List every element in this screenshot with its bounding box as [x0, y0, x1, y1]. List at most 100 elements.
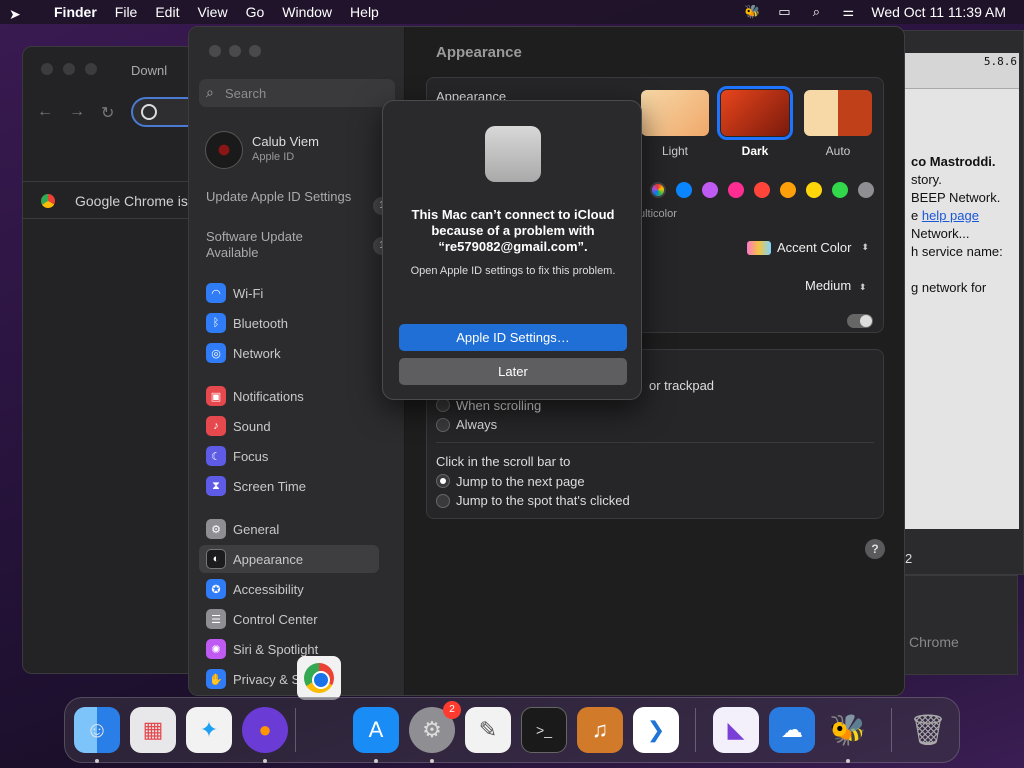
chrome-tab-title[interactable]: Downl	[131, 63, 167, 78]
sidebar-item-general[interactable]: ⚙ General	[199, 515, 379, 543]
weather-icon[interactable]: ☁	[769, 707, 815, 753]
sidebar-item-control-center[interactable]: ☰ Control Center	[199, 605, 379, 633]
sidebar-item-label: Sound	[233, 418, 271, 434]
sidebar-item-network[interactable]: ◎ Network	[199, 339, 379, 367]
sidebar-item-notifications[interactable]: ▣ Notifications	[199, 382, 379, 410]
theme-auto-label: Auto	[825, 144, 851, 158]
minimize-button[interactable]	[63, 63, 75, 75]
account-name: Calub Viem	[252, 134, 319, 149]
gear-icon: ⚙	[206, 519, 226, 539]
menu-edit[interactable]: Edit	[155, 4, 179, 20]
sidebar-item-siri-spotlight[interactable]: ✺ Siri & Spotlight	[199, 635, 379, 663]
sidebar-item-privacy[interactable]: ✋ Privacy & S	[199, 665, 379, 693]
theme-auto-thumbnail[interactable]	[804, 90, 872, 136]
appearance-icon: ◐	[206, 549, 226, 569]
zoom-button[interactable]	[249, 45, 261, 57]
vscode-icon[interactable]: ❯	[633, 707, 679, 753]
accent-purple-swatch[interactable]	[702, 182, 718, 198]
sidebar-item-focus[interactable]: ☾ Focus	[199, 442, 379, 470]
sidebar-search[interactable]: ⌕	[199, 79, 395, 107]
help-button[interactable]: ?	[865, 539, 885, 559]
safari-icon[interactable]: ✦	[186, 707, 232, 753]
sidebar-item-bluetooth[interactable]: ᛒ Bluetooth	[199, 309, 379, 337]
beebeep-window[interactable]: 5.8.6 co Mastroddi. story. BEEP Network.…	[898, 30, 1024, 575]
minimize-button[interactable]	[229, 45, 241, 57]
sidebar-item-wifi[interactable]: ◠ Wi-Fi	[199, 279, 379, 307]
search-input[interactable]	[225, 83, 385, 103]
accent-blue-swatch[interactable]	[676, 182, 692, 198]
theme-light-thumbnail[interactable]	[641, 90, 709, 136]
chrome-window-partial[interactable]: Chrome	[898, 575, 1018, 675]
sidebar-item-appearance[interactable]: ◐ Appearance	[199, 545, 379, 573]
accent-red-swatch[interactable]	[754, 182, 770, 198]
alert-informative-text: Open Apple ID settings to fix this probl…	[410, 265, 616, 277]
help-page-link[interactable]: help page	[922, 208, 979, 223]
dock-separator	[891, 708, 892, 752]
window-icon[interactable]: ▭	[775, 4, 793, 20]
apple-id-settings-button[interactable]: Apple ID Settings…	[399, 324, 627, 351]
close-button[interactable]	[41, 63, 53, 75]
accent-graphite-swatch[interactable]	[858, 182, 874, 198]
sidebar-item-label: Control Center	[233, 611, 318, 627]
icloud-alert-dialog: This Mac can’t connect to iCloud because…	[382, 100, 642, 400]
show-scroll-bars-label: or trackpad	[649, 378, 715, 393]
menu-go[interactable]: Go	[246, 4, 265, 20]
accessibility-icon: ✪	[206, 579, 226, 599]
later-button[interactable]: Later	[399, 358, 627, 385]
app-store-icon[interactable]: A	[353, 707, 399, 753]
software-update-item[interactable]: Software Update Available 1	[206, 229, 391, 261]
menu-help[interactable]: Help	[350, 4, 379, 20]
content-line: story.	[911, 172, 942, 187]
sidebar-item-sound[interactable]: ♪ Sound	[199, 412, 379, 440]
sidebar-item-label: Focus	[233, 448, 269, 464]
zoom-button[interactable]	[85, 63, 97, 75]
moon-icon: ☾	[206, 446, 226, 466]
menu-file[interactable]: File	[115, 4, 138, 20]
reload-icon[interactable]: ↻	[101, 103, 114, 123]
menu-view[interactable]: View	[197, 4, 227, 20]
sidebar-item-accessibility[interactable]: ✪ Accessibility	[199, 575, 379, 603]
garageband-icon[interactable]: ♫	[577, 707, 623, 753]
update-apple-id-item[interactable]: Update Apple ID Settings 1	[206, 189, 391, 215]
radio-jump-next-page[interactable]	[436, 474, 450, 488]
chrome-icon[interactable]	[297, 656, 341, 700]
menu-bar: Finder File Edit View Go Window Help 🐝 ▭…	[0, 0, 1024, 24]
content-line: g network for	[911, 280, 987, 295]
radio-when-scrolling[interactable]	[436, 398, 450, 412]
system-settings-icon[interactable]: ⚙ 2	[409, 701, 461, 753]
finder-icon[interactable]: ☺	[74, 707, 120, 753]
radio-jump-spot[interactable]	[436, 494, 450, 508]
sidebar-item-screen-time[interactable]: ⧗ Screen Time	[199, 472, 379, 500]
trash-icon[interactable]: 🗑	[905, 707, 951, 753]
search-icon[interactable]: ⌕	[807, 4, 825, 20]
control-center-icon: ☰	[206, 609, 226, 629]
back-icon[interactable]: ←	[37, 103, 53, 123]
textedit-icon[interactable]: ✎	[465, 707, 511, 753]
control-center-icon[interactable]: ⚌	[839, 4, 857, 20]
accent-orange-swatch[interactable]	[780, 182, 796, 198]
accent-pink-swatch[interactable]	[728, 182, 744, 198]
menu-clock[interactable]: Wed Oct 11 11:39 AM	[871, 4, 1006, 20]
bee-icon[interactable]: 🐝	[743, 4, 761, 20]
menu-finder[interactable]: Finder	[54, 4, 97, 20]
sidebar-icon-size-select[interactable]: Medium ⬍	[805, 278, 866, 293]
running-indicator	[263, 759, 267, 763]
close-button[interactable]	[209, 45, 221, 57]
firefox-icon[interactable]: ●	[242, 707, 288, 753]
theme-dark-thumbnail[interactable]	[717, 86, 793, 140]
terminal-icon[interactable]: >_	[521, 707, 567, 753]
accent-green-swatch[interactable]	[832, 182, 848, 198]
accent-yellow-swatch[interactable]	[806, 182, 822, 198]
wallpaper-tinting-toggle[interactable]	[847, 314, 873, 328]
globe-icon: ◎	[206, 343, 226, 363]
forward-icon[interactable]: →	[69, 103, 85, 123]
radio-always[interactable]	[436, 418, 450, 432]
visual-studio-icon[interactable]: ◣	[713, 707, 759, 753]
launchpad-icon[interactable]: ▦	[130, 707, 176, 753]
chrome-window[interactable]: Downl ← → ↻ Google Chrome isn	[22, 46, 221, 674]
account-subtitle: Apple ID	[252, 151, 295, 163]
accent-multicolor-swatch[interactable]	[650, 182, 666, 198]
beebeep-icon[interactable]: 🐝	[825, 707, 871, 753]
highlight-color-select[interactable]: Accent Color ⬍	[747, 240, 869, 255]
menu-window[interactable]: Window	[282, 4, 332, 20]
